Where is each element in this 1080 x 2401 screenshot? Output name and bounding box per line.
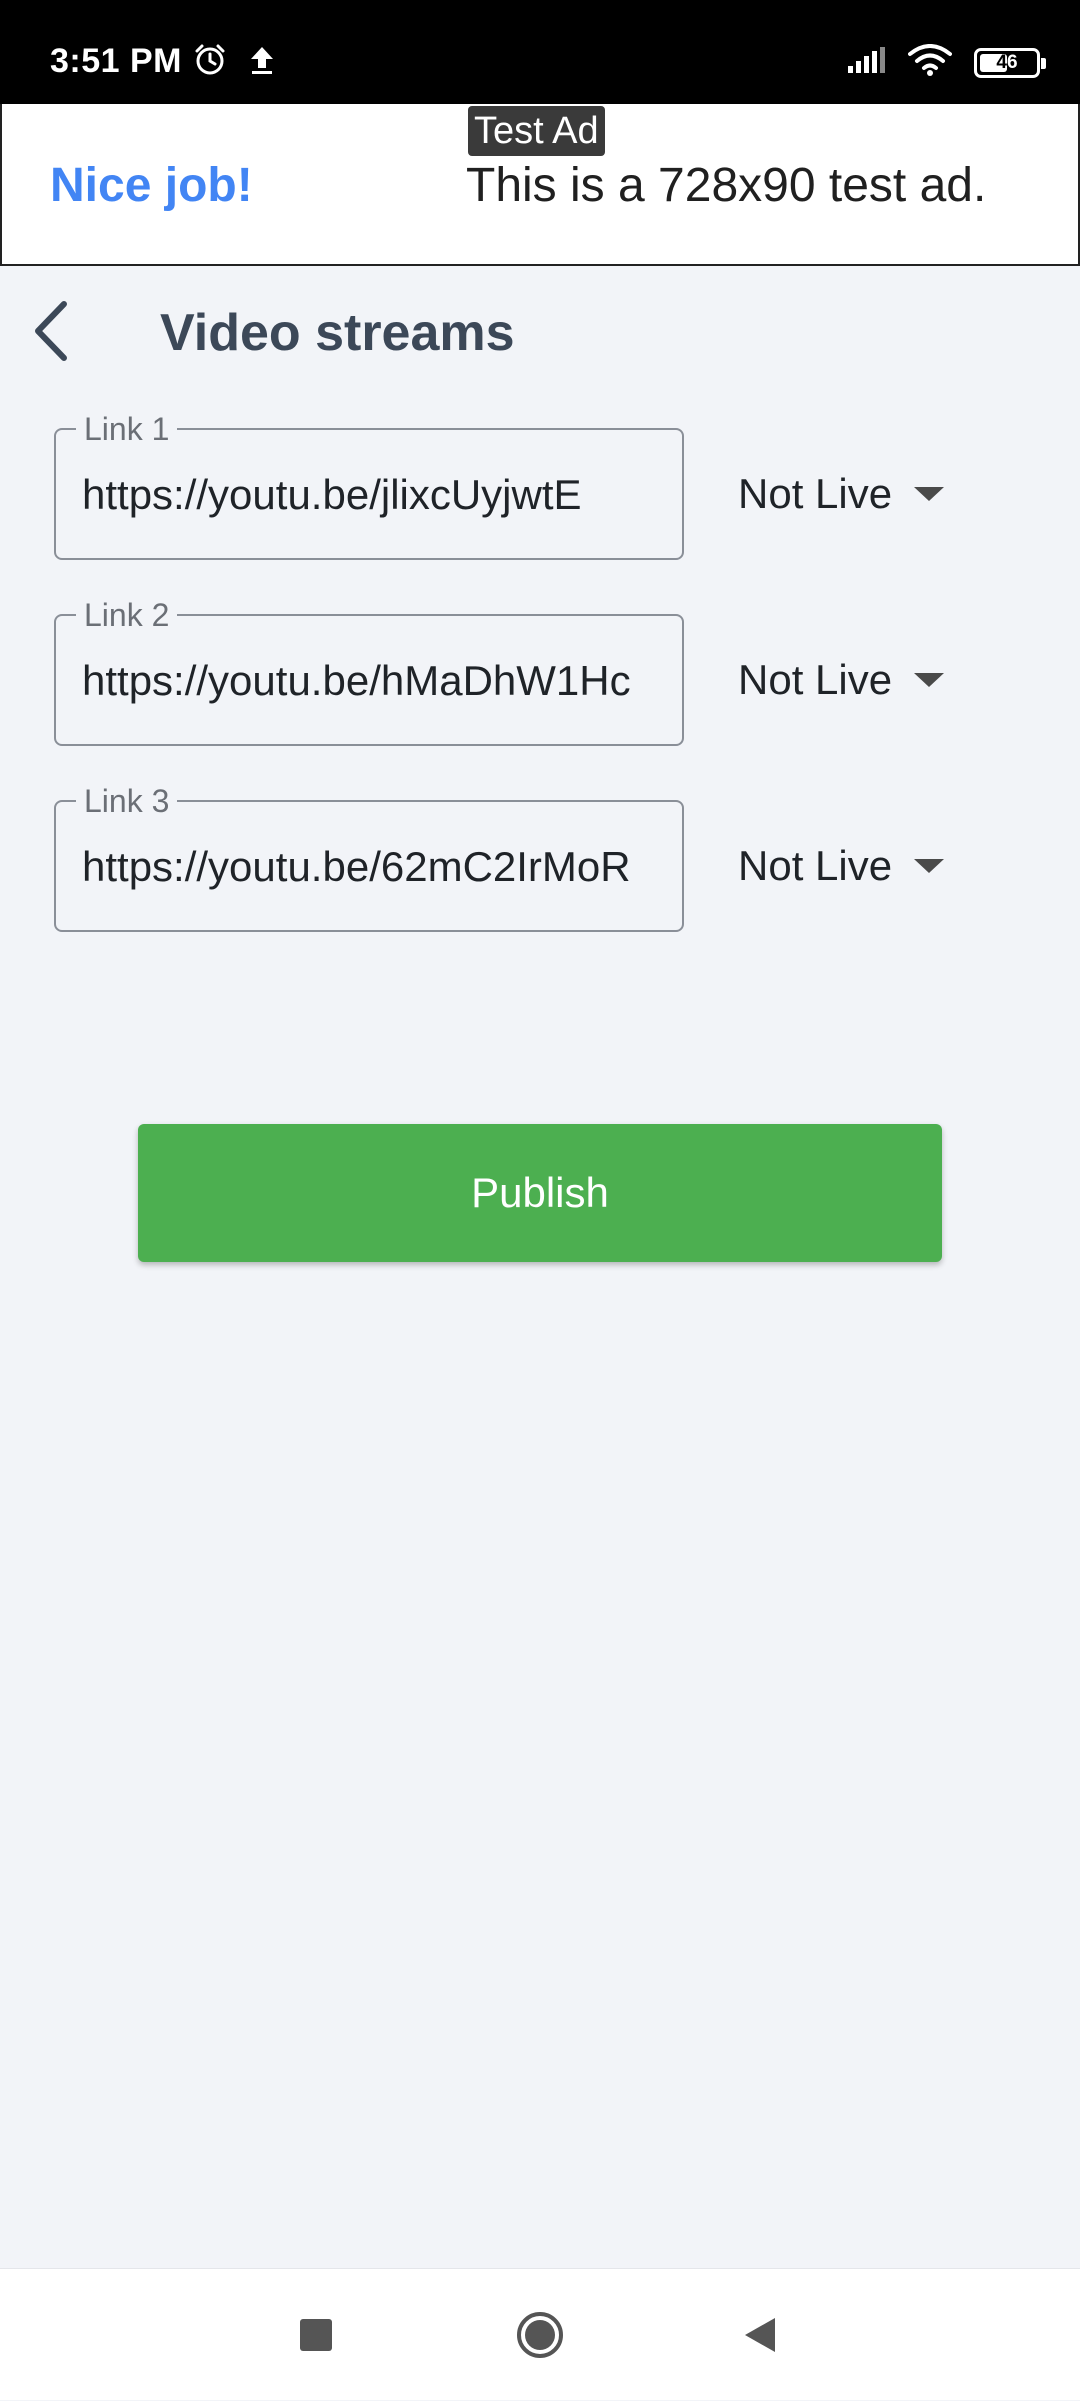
battery-level: 46 — [996, 51, 1018, 73]
live-status-dropdown[interactable]: Not Live — [738, 830, 945, 902]
ad-headline[interactable]: Nice job! — [50, 156, 253, 216]
back-triangle-icon — [745, 2318, 775, 2352]
link-input[interactable] — [82, 650, 662, 712]
link-label: Link 1 — [76, 412, 178, 446]
status-left-icons — [192, 42, 276, 83]
link-input[interactable] — [82, 836, 662, 898]
link-input[interactable] — [82, 464, 662, 526]
page-title: Video streams — [160, 304, 515, 362]
chevron-left-icon — [35, 301, 67, 361]
app-header: Video streams — [0, 266, 1080, 396]
home-circle-icon — [517, 2312, 563, 2358]
status-right-icons: 46 — [846, 44, 1046, 81]
wifi-icon — [908, 44, 952, 81]
back-nav-button[interactable] — [700, 2269, 820, 2401]
live-status-dropdown[interactable]: Not Live — [738, 458, 945, 530]
ad-text[interactable]: This is a 728x90 test ad. — [466, 156, 986, 216]
nav-bar — [0, 2268, 1080, 2400]
home-button[interactable] — [480, 2269, 600, 2401]
live-status-label: Not Live — [738, 470, 893, 517]
dropdown-caret-icon — [914, 487, 945, 501]
ad-badge: Test Ad — [468, 106, 605, 156]
link-field[interactable]: Link 1 — [54, 412, 684, 560]
link-row: Link 3 Not Live — [54, 784, 1054, 932]
alarm-icon — [192, 42, 228, 83]
publish-button[interactable]: Publish — [138, 1124, 942, 1262]
dropdown-caret-icon — [914, 673, 945, 687]
back-button[interactable] — [20, 298, 80, 364]
recents-square-icon — [300, 2319, 332, 2351]
recents-button[interactable] — [256, 2269, 376, 2401]
status-bar: 3:51 PM 46 — [0, 0, 1080, 104]
signal-icon — [846, 46, 886, 79]
upload-icon — [248, 44, 276, 81]
link-label: Link 2 — [76, 598, 178, 632]
status-time: 3:51 PM — [50, 42, 182, 80]
ad-banner[interactable]: Test Ad Nice job! This is a 728x90 test … — [0, 104, 1080, 266]
link-row: Link 2 Not Live — [54, 598, 1054, 746]
live-status-label: Not Live — [738, 842, 893, 889]
link-field[interactable]: Link 2 — [54, 598, 684, 746]
link-field[interactable]: Link 3 — [54, 784, 684, 932]
battery-icon: 46 — [974, 47, 1046, 78]
live-status-dropdown[interactable]: Not Live — [738, 644, 945, 716]
live-status-label: Not Live — [738, 656, 893, 703]
link-label: Link 3 — [76, 784, 178, 818]
dropdown-caret-icon — [914, 859, 945, 873]
link-row: Link 1 Not Live — [54, 412, 1054, 560]
